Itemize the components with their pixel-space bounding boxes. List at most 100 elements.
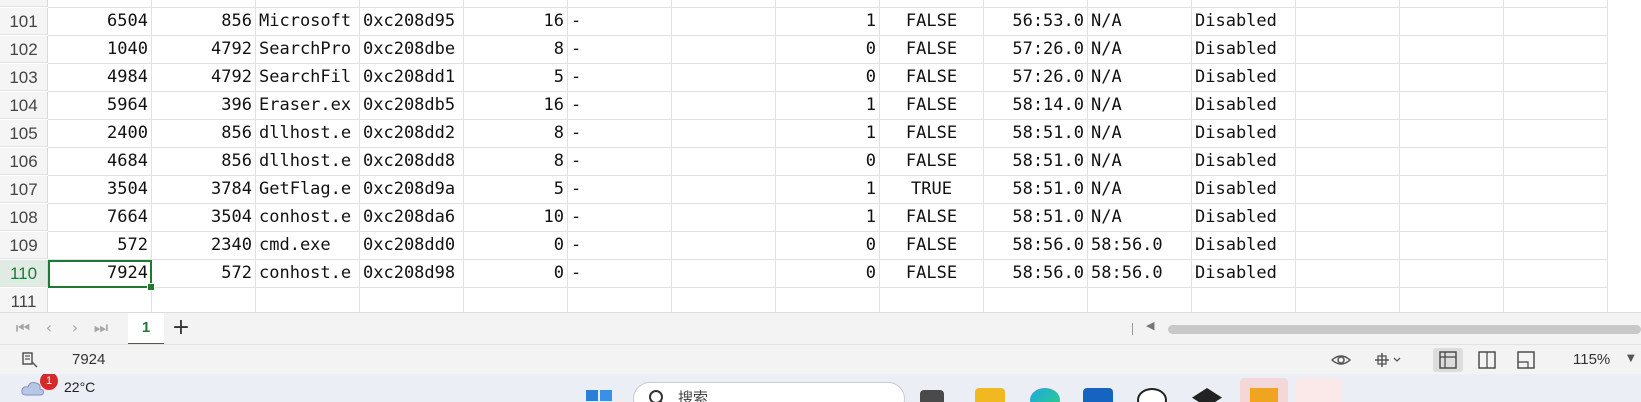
cell-threads[interactable] <box>464 288 568 312</box>
cell-session[interactable] <box>672 36 776 64</box>
cell-pid[interactable]: 4984 <box>48 64 152 92</box>
cell-image-name[interactable]: dllhost.e <box>256 120 360 148</box>
cell-offset[interactable] <box>360 288 464 312</box>
cell-create-time[interactable]: 58:51.0 <box>984 204 1088 232</box>
row-header[interactable]: 106 <box>0 148 48 175</box>
cell-mode-icon[interactable] <box>20 350 42 370</box>
cell-threads[interactable]: 8 <box>464 120 568 148</box>
cell-empty[interactable] <box>1504 260 1608 288</box>
active-app-highlight[interactable] <box>1240 378 1288 402</box>
sheet-tab-1[interactable]: 1 <box>128 313 164 345</box>
cell-status[interactable]: Disabled <box>1192 260 1296 288</box>
cell-pid[interactable]: 5872 <box>48 0 152 8</box>
horizontal-scrollbar[interactable] <box>1168 325 1641 334</box>
cell-create-time[interactable]: 58:56.0 <box>984 232 1088 260</box>
cell-handles[interactable]: - <box>568 204 672 232</box>
cell-image-name[interactable]: dllhost.e <box>256 148 360 176</box>
cell-session[interactable] <box>672 288 776 312</box>
cell-threads[interactable]: 5 <box>464 176 568 204</box>
cell-create-time[interactable]: 56:53.0 <box>984 8 1088 36</box>
cell-status[interactable] <box>1192 288 1296 312</box>
cell-offset[interactable]: 0xc208dd0 <box>360 232 464 260</box>
first-sheet-button[interactable]: ⏮ <box>12 317 34 339</box>
next-sheet-button[interactable]: › <box>64 317 86 339</box>
taskbar-app-slot[interactable] <box>1296 378 1342 402</box>
cell-flag[interactable]: FALSE <box>880 260 984 288</box>
cell-ppid[interactable]: 396 <box>152 92 256 120</box>
cell-exit-time[interactable]: 58:56.0 <box>1088 232 1192 260</box>
cell-image-name[interactable]: SearchPro <box>256 36 360 64</box>
cell-offset[interactable]: 0xc208d98 <box>360 260 464 288</box>
cell-exit-time[interactable]: N/A <box>1088 0 1192 8</box>
cell-flag[interactable]: FALSE <box>880 232 984 260</box>
spreadsheet-grid[interactable]: 10058728260Microsoft0xc208dbe91FALSE56:5… <box>0 0 1641 312</box>
cell-empty[interactable] <box>1296 92 1400 120</box>
cell-image-name[interactable]: Eraser.ex <box>256 92 360 120</box>
cell-empty[interactable] <box>1400 92 1504 120</box>
cell-pid[interactable]: 5964 <box>48 92 152 120</box>
cell-exit-time[interactable] <box>1088 288 1192 312</box>
cell-exit-time[interactable]: N/A <box>1088 92 1192 120</box>
cell-empty[interactable] <box>1296 120 1400 148</box>
cell-create-time[interactable]: 58:51.0 <box>984 176 1088 204</box>
cell-wow64[interactable]: 1 <box>776 92 880 120</box>
cell-exit-time[interactable]: N/A <box>1088 8 1192 36</box>
cell-wow64[interactable] <box>776 288 880 312</box>
cell-flag[interactable]: FALSE <box>880 148 984 176</box>
cell-offset[interactable]: 0xc208d9a <box>360 176 464 204</box>
cell-handles[interactable]: - <box>568 176 672 204</box>
cell-status[interactable]: Disabled <box>1192 148 1296 176</box>
cell-session[interactable] <box>672 176 776 204</box>
cell-offset[interactable]: 0xc208dd1 <box>360 64 464 92</box>
cell-empty[interactable] <box>1504 36 1608 64</box>
cell-exit-time[interactable]: N/A <box>1088 120 1192 148</box>
cell-image-name[interactable] <box>256 288 360 312</box>
zoom-dropdown-icon[interactable]: ▼ <box>1627 353 1635 364</box>
cell-session[interactable] <box>672 148 776 176</box>
cell-image-name[interactable]: conhost.e <box>256 260 360 288</box>
cell-threads[interactable]: 8 <box>464 148 568 176</box>
row-header[interactable]: 101 <box>0 8 48 35</box>
cell-offset[interactable]: 0xc208db5 <box>360 92 464 120</box>
cell-image-name[interactable]: cmd.exe <box>256 232 360 260</box>
row-header[interactable]: 105 <box>0 120 48 147</box>
row-header[interactable]: 109 <box>0 232 48 259</box>
cell-empty[interactable] <box>1296 260 1400 288</box>
cell-session[interactable] <box>672 92 776 120</box>
cell-exit-time[interactable]: N/A <box>1088 36 1192 64</box>
cell-pid[interactable]: 7924 <box>48 260 155 291</box>
app-circle-icon[interactable] <box>1137 388 1167 402</box>
cell-flag[interactable]: FALSE <box>880 92 984 120</box>
cell-status[interactable]: Disabled <box>1192 120 1296 148</box>
cell-wow64[interactable]: 1 <box>776 204 880 232</box>
cell-offset[interactable]: 0xc208dd8 <box>360 148 464 176</box>
cell-session[interactable] <box>672 232 776 260</box>
cell-empty[interactable] <box>1504 64 1608 92</box>
move-icon[interactable] <box>1372 350 1402 370</box>
cell-handles[interactable]: - <box>568 120 672 148</box>
cell-ppid[interactable]: 856 <box>152 8 256 36</box>
fill-handle[interactable] <box>147 283 155 291</box>
taskbar-search-box[interactable]: 搜索 <box>633 382 905 402</box>
cell-session[interactable] <box>672 8 776 36</box>
cell-create-time[interactable]: 58:14.0 <box>984 92 1088 120</box>
cell-session[interactable] <box>672 204 776 232</box>
add-sheet-button[interactable]: + <box>168 315 194 341</box>
cell-image-name[interactable]: Microsoft <box>256 0 360 8</box>
cell-pid[interactable] <box>48 288 152 312</box>
cell-session[interactable] <box>672 120 776 148</box>
cell-wow64[interactable]: 0 <box>776 64 880 92</box>
cell-wow64[interactable]: 0 <box>776 260 880 288</box>
page-break-view-button[interactable] <box>1511 348 1541 372</box>
cell-threads[interactable]: 0 <box>464 232 568 260</box>
cell-handles[interactable]: - <box>568 8 672 36</box>
cell-exit-time[interactable]: N/A <box>1088 176 1192 204</box>
cell-empty[interactable] <box>1504 148 1608 176</box>
file-explorer-icon[interactable] <box>975 388 1005 402</box>
cell-ppid[interactable]: 8260 <box>152 0 256 8</box>
cell-offset[interactable]: 0xc208dbe <box>360 0 464 8</box>
cell-empty[interactable] <box>1400 64 1504 92</box>
cell-exit-time[interactable]: N/A <box>1088 204 1192 232</box>
cell-ppid[interactable]: 856 <box>152 148 256 176</box>
cell-pid[interactable]: 2400 <box>48 120 152 148</box>
